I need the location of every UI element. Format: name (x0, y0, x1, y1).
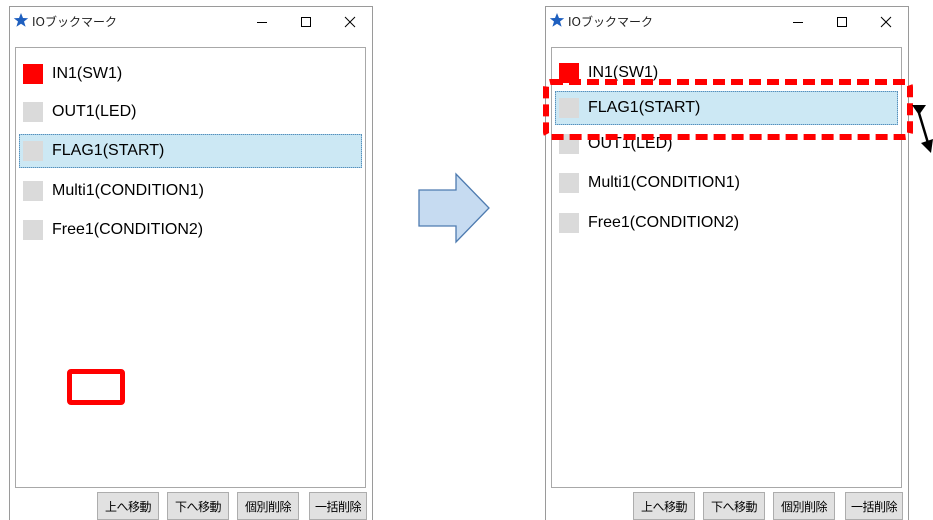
list-item[interactable]: Multi1(CONDITION1) (19, 174, 362, 208)
delete-one-button[interactable]: 個別削除 (773, 492, 835, 520)
item-label: IN1(SW1) (52, 65, 123, 82)
delete-all-button[interactable]: 一括削除 (309, 492, 367, 520)
minimize-icon (793, 22, 803, 23)
button-bar: 上へ移動 下へ移動 個別削除 一括削除 (10, 490, 372, 520)
delete-all-button[interactable]: 一括削除 (845, 492, 903, 520)
signal-state-indicator (559, 173, 579, 193)
minimize-icon (257, 22, 267, 23)
list-item[interactable]: Free1(CONDITION2) (19, 213, 362, 247)
window-title: IOブックマーク (32, 15, 117, 29)
item-label: FLAG1(START) (52, 142, 165, 159)
maximize-button[interactable] (284, 7, 328, 37)
maximize-button[interactable] (820, 7, 864, 37)
close-button[interactable] (328, 7, 372, 37)
item-label: OUT1(LED) (52, 103, 137, 120)
window-title: IOブックマーク (568, 15, 653, 29)
bookmark-list[interactable]: IN1(SW1) OUT1(LED) FLAG1(START) Multi1(C… (15, 47, 366, 488)
list-item[interactable]: Multi1(CONDITION1) (555, 166, 898, 200)
move-down-button[interactable]: 下へ移動 (167, 492, 229, 520)
item-label: Multi1(CONDITION1) (588, 174, 741, 191)
item-label: Free1(CONDITION2) (52, 221, 204, 238)
list-item-selected[interactable]: FLAG1(START) (19, 134, 362, 168)
close-icon (344, 16, 356, 28)
swap-arrows-icon (912, 105, 933, 153)
right-arrow-icon (418, 172, 490, 244)
maximize-icon (301, 17, 311, 27)
signal-state-indicator (23, 181, 43, 201)
bookmark-window-before: IOブックマーク IN1(SW1) OUT1(LED) FLAG1(START)… (9, 6, 373, 520)
signal-state-indicator (23, 141, 43, 161)
list-item[interactable]: OUT1(LED) (19, 95, 362, 129)
maximize-icon (837, 17, 847, 27)
title-bar[interactable]: IOブックマーク (546, 7, 908, 37)
signal-state-indicator (559, 213, 579, 233)
moved-item-highlight (543, 79, 913, 140)
screenshot-stage: IOブックマーク IN1(SW1) OUT1(LED) FLAG1(START)… (0, 0, 933, 520)
move-up-button[interactable]: 上へ移動 (97, 492, 159, 520)
signal-state-indicator (23, 220, 43, 240)
title-bar[interactable]: IOブックマーク (10, 7, 372, 37)
button-bar: 上へ移動 下へ移動 個別削除 一括削除 (546, 490, 908, 520)
minimize-button[interactable] (776, 7, 820, 37)
move-up-button[interactable]: 上へ移動 (633, 492, 695, 520)
close-button[interactable] (864, 7, 908, 37)
delete-one-button[interactable]: 個別削除 (237, 492, 299, 520)
list-item[interactable]: Free1(CONDITION2) (555, 206, 898, 240)
star-icon (13, 13, 29, 27)
list-item[interactable]: IN1(SW1) (19, 57, 362, 91)
signal-state-indicator (23, 64, 43, 84)
close-icon (880, 16, 892, 28)
drop-target-highlight (67, 369, 125, 405)
star-icon (549, 13, 565, 27)
signal-state-indicator (23, 102, 43, 122)
move-down-button[interactable]: 下へ移動 (703, 492, 765, 520)
item-label: Multi1(CONDITION1) (52, 182, 205, 199)
minimize-button[interactable] (240, 7, 284, 37)
item-label: Free1(CONDITION2) (588, 214, 740, 231)
